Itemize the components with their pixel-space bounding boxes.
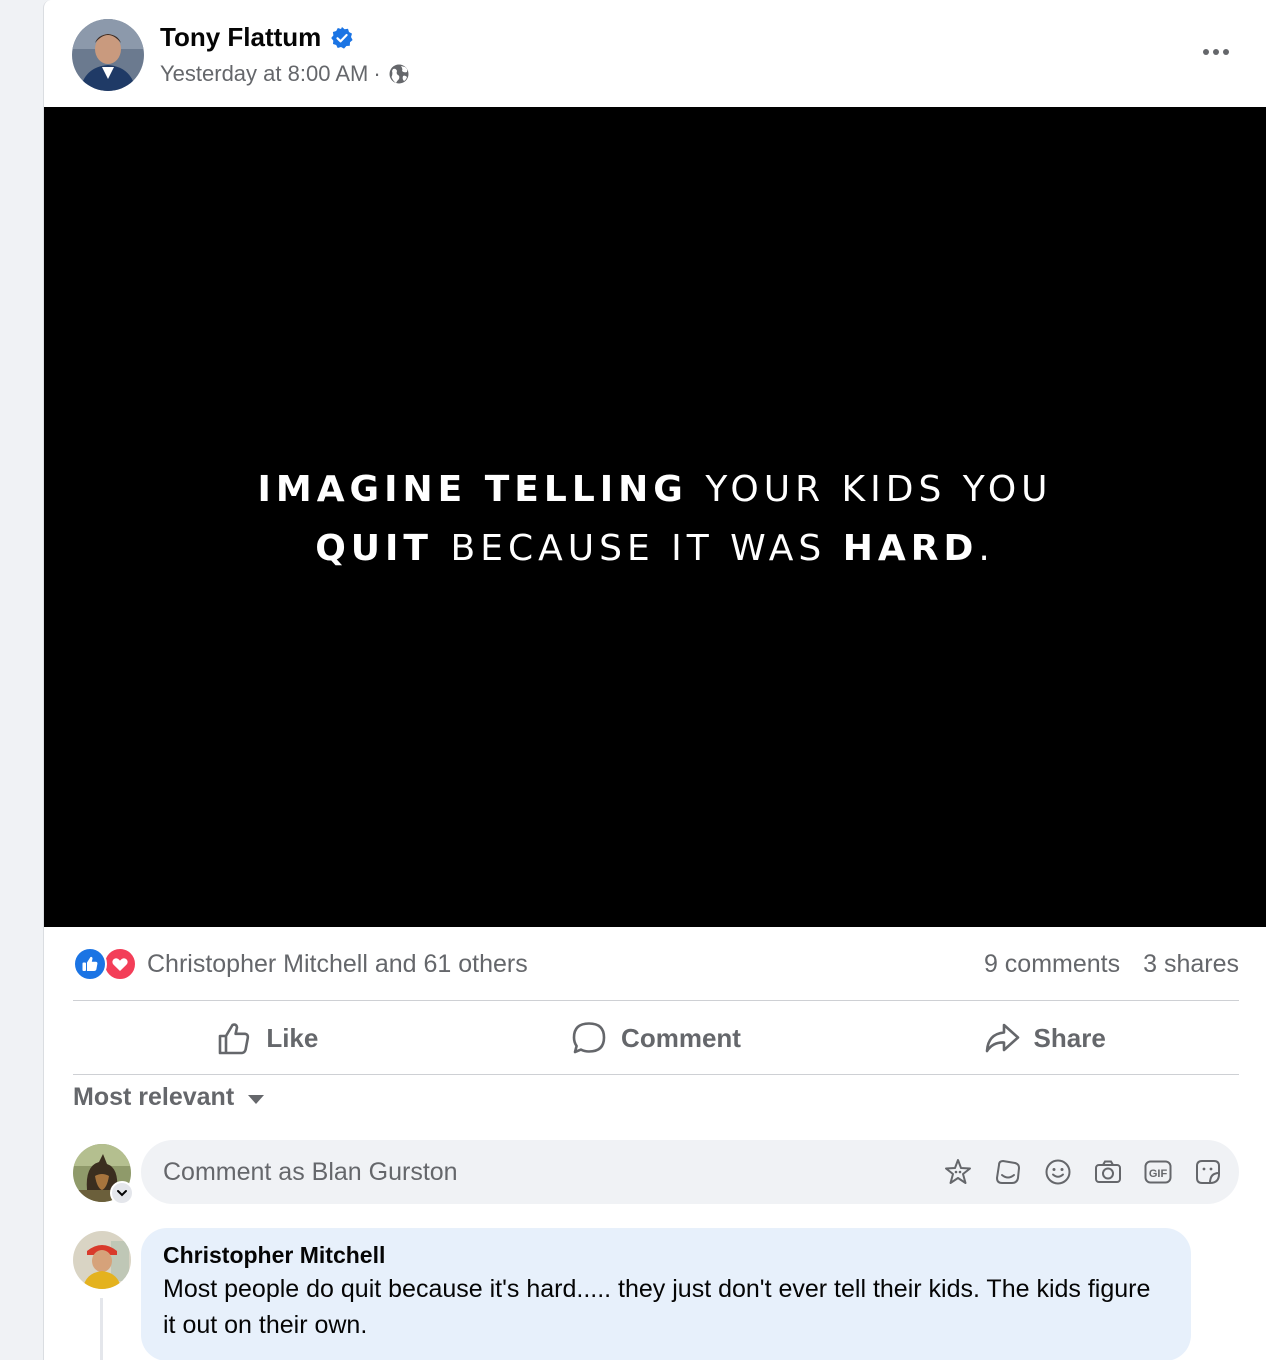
reaction-icons: [73, 947, 137, 981]
post-actions: Like Comment Share: [73, 1002, 1239, 1074]
post-meta: Yesterday at 8:00 AM ·: [160, 61, 410, 87]
post-media[interactable]: IMAGINE TELLING YOUR KIDS YOU QUIT BECAU…: [44, 107, 1266, 927]
author-name[interactable]: Tony Flattum: [160, 22, 321, 53]
sticker-icon[interactable]: [1193, 1157, 1223, 1187]
comment-composer: GIF: [73, 1140, 1239, 1205]
media-word: BECAUSE IT WAS: [450, 527, 843, 569]
more-options-icon[interactable]: [1196, 36, 1236, 68]
media-word: QUIT: [315, 527, 451, 569]
share-label: Share: [1033, 1022, 1106, 1053]
like-button[interactable]: Like: [73, 1002, 462, 1074]
gif-icon[interactable]: GIF: [1143, 1157, 1173, 1187]
reactions-summary[interactable]: Christopher Mitchell and 61 others: [73, 947, 528, 981]
media-word: IMAGINE: [257, 468, 485, 510]
comment-bubble-icon: [572, 1022, 606, 1054]
media-word: .: [978, 527, 995, 569]
comment-label: Comment: [621, 1022, 741, 1053]
commenter-name[interactable]: Christopher Mitchell: [163, 1241, 1169, 1269]
comments-count[interactable]: 9 comments: [984, 950, 1120, 979]
comment-sort-dropdown[interactable]: Most relevant: [73, 1083, 265, 1112]
divider: [73, 1074, 1239, 1075]
media-word: TELLING: [484, 468, 706, 510]
comment-button[interactable]: Comment: [462, 1002, 851, 1074]
author-row: Tony Flattum: [160, 22, 354, 53]
divider: [73, 1000, 1239, 1001]
composer-tools: GIF: [943, 1157, 1223, 1187]
svg-text:GIF: GIF: [1149, 1168, 1168, 1180]
emoji-icon[interactable]: [1043, 1157, 1073, 1187]
post-header: Tony Flattum Yesterday at 8:00 AM ·: [44, 0, 1266, 107]
media-line-1: IMAGINE TELLING YOUR KIDS YOU: [257, 460, 1052, 519]
post-card: Tony Flattum Yesterday at 8:00 AM · IMAG…: [43, 0, 1266, 1360]
sticker-pack-icon[interactable]: [993, 1157, 1023, 1187]
post-timestamp[interactable]: Yesterday at 8:00 AM: [160, 61, 368, 87]
like-label: Like: [266, 1022, 319, 1053]
globe-icon: [388, 63, 410, 85]
comment-bubble: Christopher Mitchell Most people do quit…: [141, 1228, 1191, 1360]
media-word: YOUR KIDS YOU: [705, 468, 1053, 510]
current-user-avatar[interactable]: [73, 1144, 134, 1205]
share-arrow-icon: [985, 1023, 1019, 1053]
media-text: IMAGINE TELLING YOUR KIDS YOU QUIT BECAU…: [257, 460, 1052, 578]
share-button[interactable]: Share: [850, 1002, 1239, 1074]
shares-count[interactable]: 3 shares: [1143, 950, 1239, 979]
media-word: HARD: [842, 527, 979, 569]
sort-label: Most relevant: [73, 1083, 235, 1111]
meta-separator: ·: [373, 61, 381, 86]
post-stats: Christopher Mitchell and 61 others 9 com…: [73, 941, 1239, 987]
author-avatar[interactable]: [72, 19, 144, 91]
love-reaction-icon: [103, 947, 137, 981]
caret-down-icon: [248, 1095, 265, 1104]
comment-input[interactable]: [163, 1157, 943, 1187]
verified-badge-icon: [330, 26, 354, 50]
thumbs-up-icon: [219, 1023, 250, 1055]
camera-icon[interactable]: [1093, 1157, 1123, 1187]
avatar-sticker-icon[interactable]: [943, 1157, 973, 1187]
thread-line: [100, 1298, 103, 1360]
comment-input-container: GIF: [141, 1140, 1239, 1204]
commenter-avatar[interactable]: [73, 1231, 131, 1289]
reactions-text: Christopher Mitchell and 61 others: [147, 949, 528, 978]
like-reaction-icon: [73, 947, 107, 981]
engagement-counts: 9 comments 3 shares: [984, 950, 1239, 979]
avatar-dropdown-icon[interactable]: [110, 1181, 134, 1205]
media-line-2: QUIT BECAUSE IT WAS HARD.: [257, 519, 1052, 578]
comment-text: Most people do quit because it's hard...…: [163, 1275, 1151, 1339]
